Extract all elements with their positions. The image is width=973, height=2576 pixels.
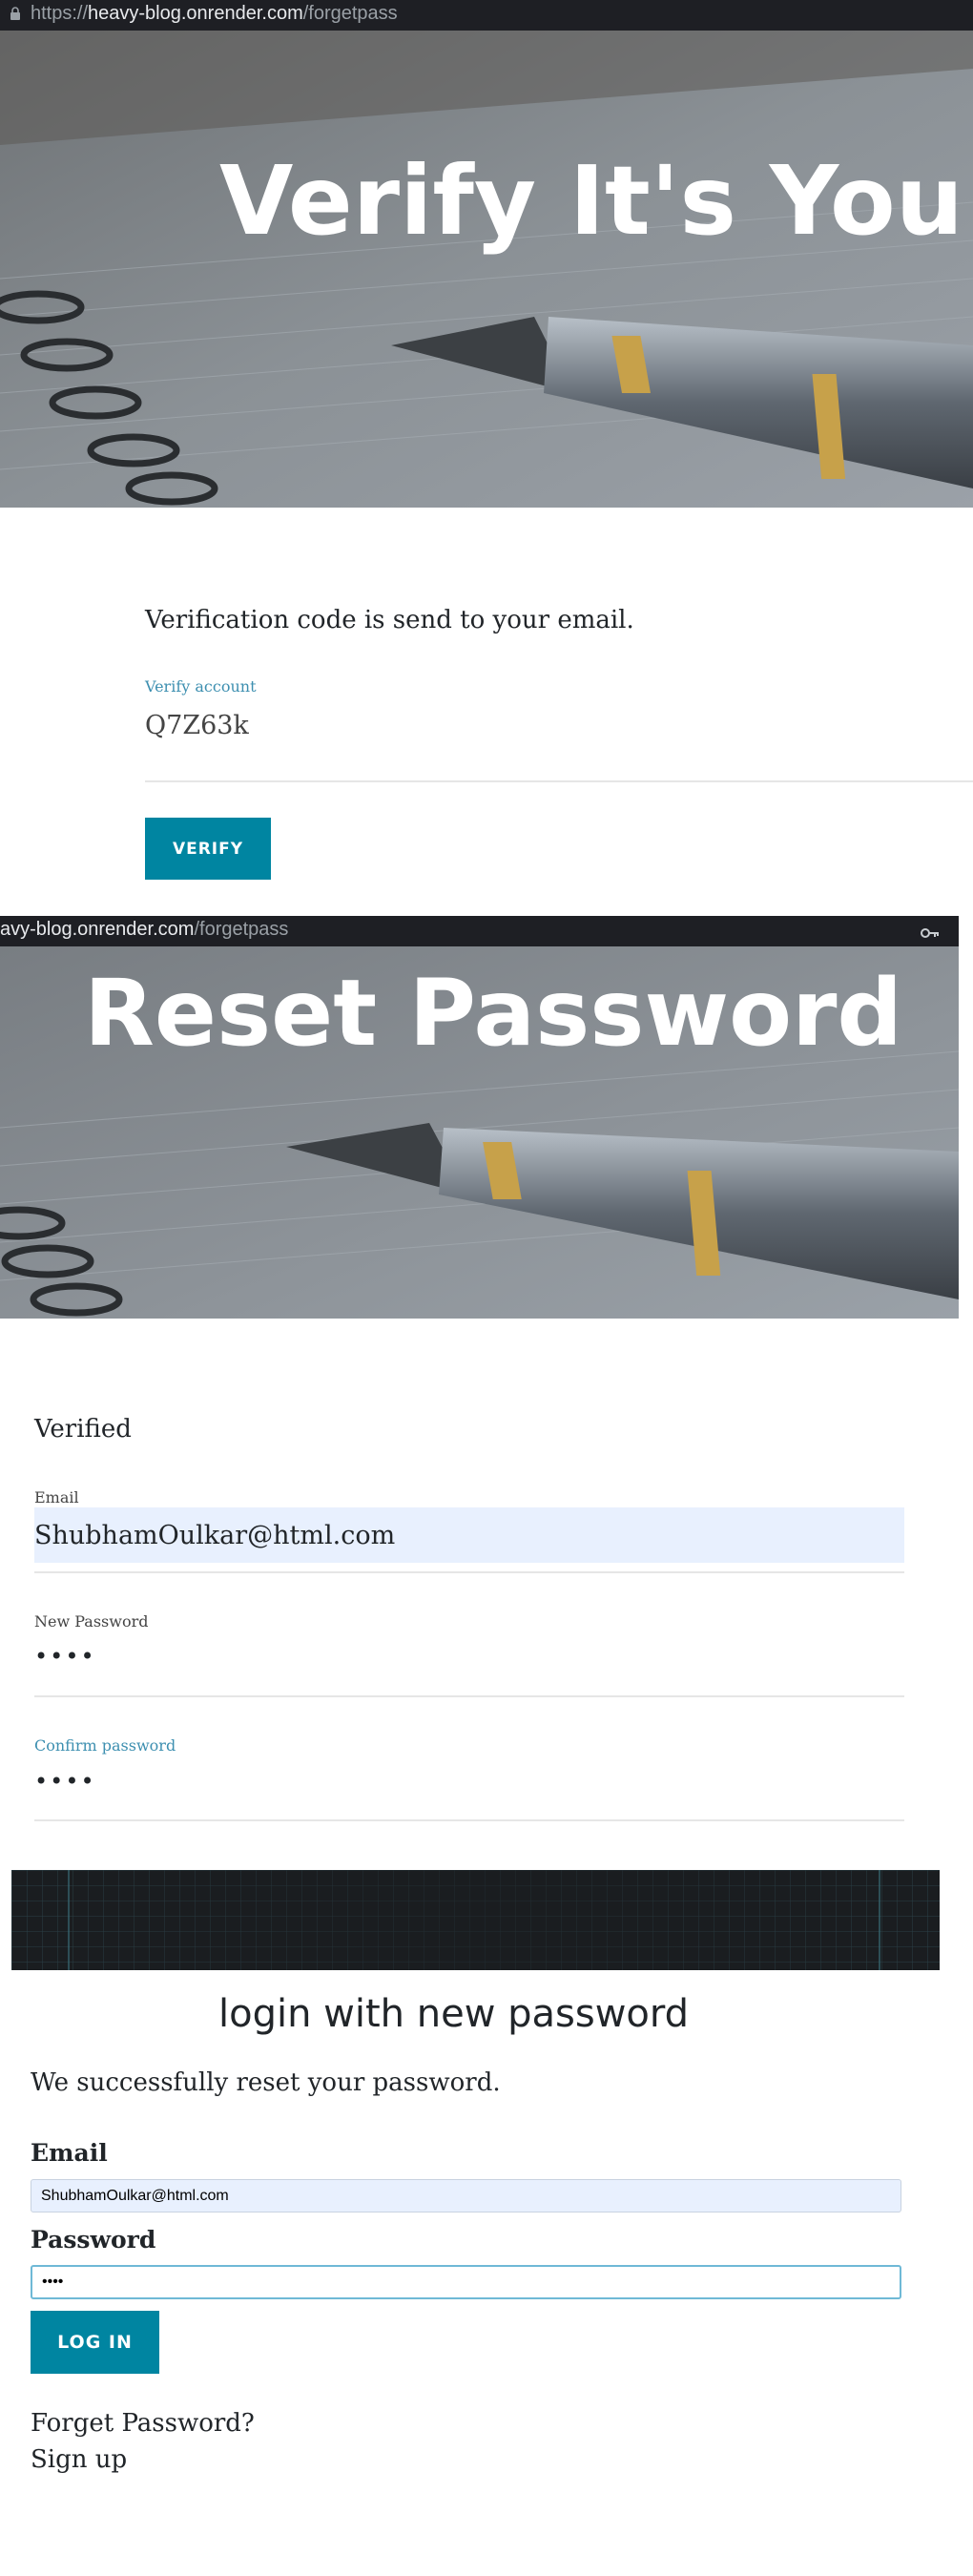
url-host: avy-blog.onrender.com (0, 919, 195, 940)
verify-button[interactable]: VERIFY (145, 818, 271, 880)
divider (34, 1819, 904, 1821)
new-password-field[interactable]: •••• (34, 1643, 96, 1670)
login-password-input[interactable]: •••• (31, 2265, 901, 2299)
email-label: Email (34, 1488, 79, 1506)
lock-icon (10, 4, 21, 20)
hero-title: Reset Password (84, 960, 903, 1067)
divider (145, 780, 973, 782)
email-field[interactable]: ShubhamOulkar@html.com (34, 1507, 904, 1563)
url-bar[interactable]: https://heavy-blog.onrender.com/forgetpa… (0, 0, 973, 31)
hero-reset: Reset Password (0, 946, 959, 1319)
status-verified: Verified (34, 1415, 132, 1444)
new-password-label: New Password (34, 1612, 149, 1631)
url-scheme: https:// (31, 3, 89, 24)
verification-message: Verification code is send to your email. (145, 606, 634, 634)
login-email-input[interactable]: ShubhamOulkar@html.com (31, 2179, 901, 2212)
confirm-password-field[interactable]: •••• (34, 1768, 96, 1795)
url-path: /forgetpass (194, 919, 289, 940)
dark-banner (11, 1870, 940, 1970)
url-bar-2[interactable]: avy-blog.onrender.com/forgetpass (0, 916, 959, 946)
key-icon[interactable] (921, 924, 940, 945)
login-button[interactable]: LOG IN (31, 2311, 159, 2374)
verify-account-label: Verify account (145, 677, 257, 696)
divider (34, 1695, 904, 1697)
confirm-password-label: Confirm password (34, 1736, 176, 1755)
url-host: heavy-blog.onrender.com (88, 3, 303, 24)
divider (34, 1571, 904, 1573)
hero-title: Verify It's You! (219, 145, 973, 257)
reset-success-message: We successfully reset your password. (31, 2068, 501, 2097)
verify-account-input[interactable]: Q7Z63k (145, 711, 249, 740)
login-heading: login with new password (218, 1992, 690, 2036)
hero-verify: Verify It's You! (0, 31, 973, 508)
banner-grid-pattern (11, 1870, 940, 1970)
forget-password-link[interactable]: Forget Password? (31, 2409, 255, 2438)
login-password-label: Password (31, 2226, 156, 2254)
hero-background-image (0, 31, 973, 508)
url-path: /forgetpass (302, 3, 398, 24)
signup-link[interactable]: Sign up (31, 2445, 127, 2474)
login-email-label: Email (31, 2139, 108, 2167)
